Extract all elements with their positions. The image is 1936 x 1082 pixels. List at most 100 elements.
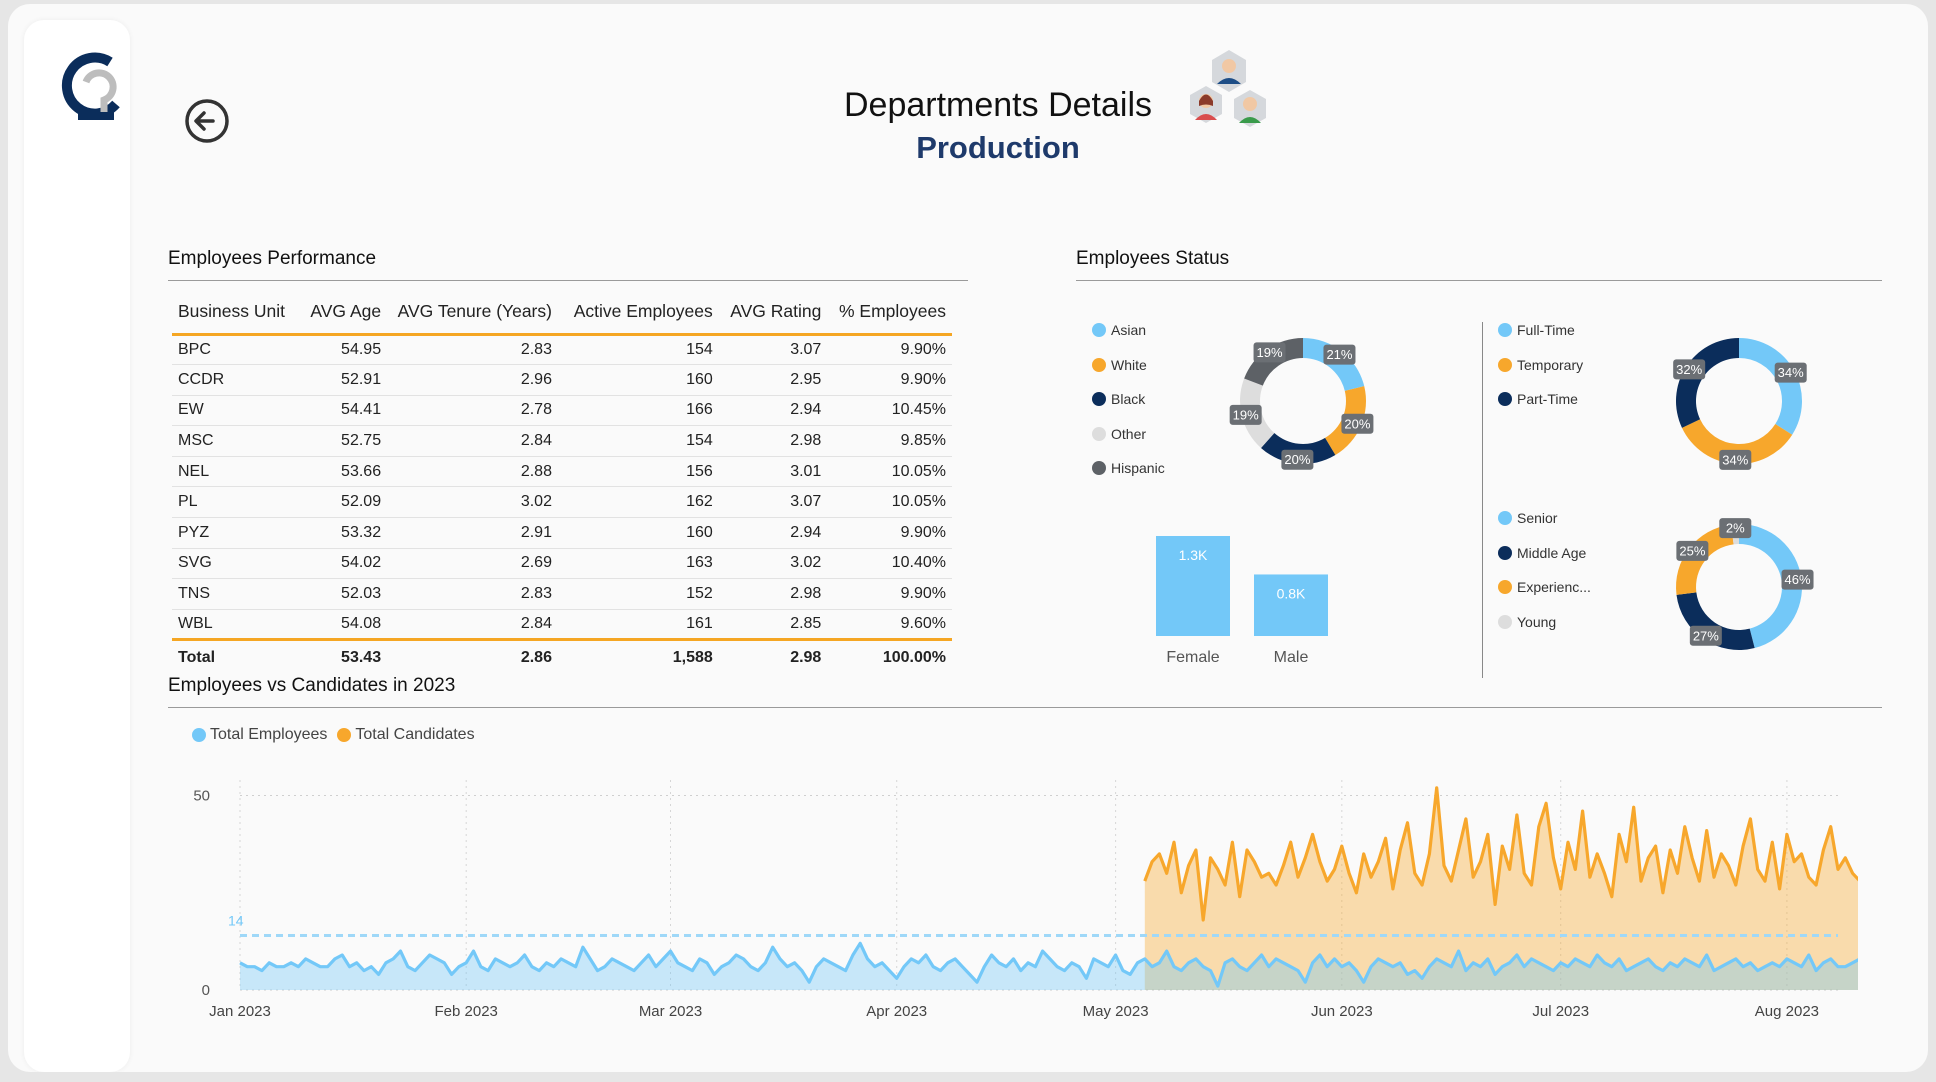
legend-item-experienc[interactable]: Experienc... [1498,570,1591,605]
legend-item-senior[interactable]: Senior [1498,501,1591,536]
col-header-avg-tenure[interactable]: AVG Tenure (Years) [387,290,558,336]
cell-pct-employees: 9.85% [827,425,952,457]
cell-avg-rating: 2.98 [718,578,828,610]
legend-item-white[interactable]: White [1092,348,1165,383]
gender-bar-male[interactable] [1254,574,1328,636]
col-header-business-unit[interactable]: Business Unit [172,290,299,336]
table-row[interactable]: CCDR 52.91 2.96 160 2.95 9.90% [172,364,952,396]
cell-avg-age: 52.03 [298,578,388,610]
back-arrow-circle-icon[interactable] [180,94,234,148]
cell-pct-employees: 10.05% [827,486,952,519]
col-header-avg-age[interactable]: AVG Age [298,290,388,336]
data-label-text: 27% [1693,628,1719,643]
cell-active-employees: 166 [557,395,719,427]
total-pct-employees: 100.00% [827,638,952,674]
donut-data-label: 2% [1719,518,1752,539]
cell-avg-age: 54.95 [298,334,388,366]
cell-business-unit: SVG [172,548,299,580]
cell-avg-rating: 2.94 [718,395,828,427]
legend-item-hispanic[interactable]: Hispanic [1092,451,1165,486]
donut-data-label: 19% [1253,342,1286,363]
table-row[interactable]: WBL 54.08 2.84 161 2.85 9.60% [172,609,952,641]
legend-label: Young [1517,613,1557,630]
donut-slice-part-time[interactable] [1676,338,1739,428]
trend-section-title: Employees vs Candidates in 2023 [168,675,456,696]
trend-legend: Total Employees Total Candidates [192,726,485,744]
performance-section-title: Employees Performance [168,248,377,269]
cell-avg-age: 52.91 [298,364,388,396]
col-header-pct-employees[interactable]: % Employees [827,290,952,336]
cell-avg-age: 52.75 [298,425,388,457]
legend-label: White [1111,356,1147,373]
age-group-donut-chart: 46% 27% 25% 2% [1676,518,1814,650]
data-label-text: 46% [1785,572,1811,587]
total-avg-rating: 2.98 [718,638,828,674]
cell-avg-rating: 2.85 [718,609,828,641]
table-row[interactable]: NEL 53.66 2.88 156 3.01 10.05% [172,456,952,488]
cell-business-unit: EW [172,395,299,427]
cell-active-employees: 154 [557,425,719,457]
data-label-text: 19% [1257,345,1283,360]
legend-marker [1498,545,1512,560]
legend-item-black[interactable]: Black [1092,382,1165,417]
ethnicity-donut-chart: 21% 20% 20% 19% 19% [1229,338,1374,470]
col-header-avg-rating[interactable]: AVG Rating [718,290,828,336]
legend-employees-label[interactable]: Total Employees [210,726,327,744]
table-row[interactable]: PL 52.09 3.02 162 3.07 10.05% [172,486,952,519]
x-tick-label: Jan 2023 [209,1003,271,1020]
donut-data-label: 20% [1341,413,1374,434]
table-row[interactable]: TNS 52.03 2.83 152 2.98 9.90% [172,578,952,610]
trend-divider [168,707,1882,708]
donut-data-label: 34% [1719,449,1752,470]
data-label-text: 32% [1676,362,1702,377]
donut-slice-full-time[interactable] [1739,338,1802,435]
table-row[interactable]: PYZ 53.32 2.91 160 2.94 9.90% [172,517,952,549]
table-row[interactable]: EW 54.41 2.78 166 2.94 10.45% [172,395,952,427]
donut-data-label: 19% [1229,404,1262,425]
data-label-text: 34% [1778,365,1804,380]
cell-business-unit: PL [172,486,299,519]
legend-label: Part-Time [1517,391,1578,408]
legend-marker [1498,357,1512,372]
data-label-text: 25% [1679,543,1705,558]
col-header-active-employees[interactable]: Active Employees [557,290,719,336]
data-label-text: 34% [1722,452,1748,467]
cell-pct-employees: 10.05% [827,456,952,488]
legend-item-full-time[interactable]: Full-Time [1498,313,1583,348]
legend-marker [1092,426,1106,441]
legend-label: Experienc... [1517,579,1591,596]
dashboard-page: Departments Details Production Employees… [8,4,1928,1072]
x-tick-label: Feb 2023 [435,1003,498,1020]
cell-pct-employees: 9.90% [827,517,952,549]
legend-candidates-label[interactable]: Total Candidates [355,726,474,744]
cell-pct-employees: 10.45% [827,395,952,427]
legend-item-asian[interactable]: Asian [1092,313,1165,348]
legend-item-temporary[interactable]: Temporary [1498,348,1583,383]
employees-group-icon [1190,50,1266,127]
cell-avg-tenure: 2.91 [387,517,558,549]
gender-bar-value: 1.3K [1179,547,1208,563]
cell-business-unit: NEL [172,456,299,488]
x-tick-label: Aug 2023 [1755,1003,1819,1020]
cell-avg-tenure: 2.83 [387,334,558,366]
y-tick-label: 50 [193,788,210,805]
cell-business-unit: WBL [172,609,299,641]
company-logo[interactable] [58,52,128,132]
table-row[interactable]: MSC 52.75 2.84 154 2.98 9.85% [172,425,952,457]
employment-type-legend: Full-Time Temporary Part-Time [1498,313,1583,417]
legend-marker [1498,511,1512,526]
legend-label: Middle Age [1517,544,1587,561]
legend-marker [1092,461,1106,476]
legend-item-part-time[interactable]: Part-Time [1498,382,1583,417]
cell-avg-tenure: 2.69 [387,548,558,580]
table-row[interactable]: BPC 54.95 2.83 154 3.07 9.90% [172,334,952,366]
table-row[interactable]: SVG 54.02 2.69 163 3.02 10.40% [172,548,952,580]
x-tick-label: Apr 2023 [866,1003,927,1020]
legend-item-middle-age[interactable]: Middle Age [1498,536,1591,571]
legend-item-young[interactable]: Young [1498,605,1591,640]
legend-item-other[interactable]: Other [1092,417,1165,452]
cell-business-unit: BPC [172,334,299,366]
table-total-row: Total 53.43 2.86 1,588 2.98 100.00% [172,638,952,674]
legend-label: Black [1111,391,1146,408]
ethnicity-legend: Asian White Black Other Hispanic [1092,313,1165,486]
